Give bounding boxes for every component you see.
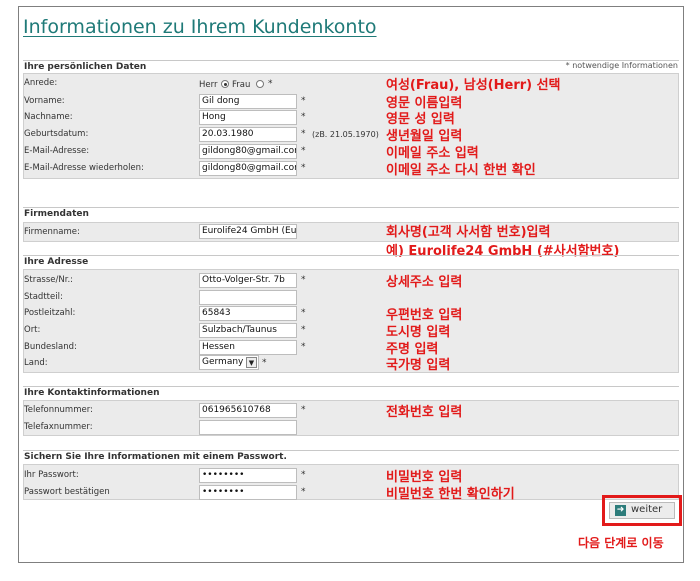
frau-label: Frau <box>232 80 251 90</box>
section-title-password: Sichern Sie Ihre Informationen mit einem… <box>24 452 287 462</box>
annotation-firmenname-example: 예) Eurolife24 GmbH (#사서함번호) <box>386 244 620 259</box>
geburtsdatum-hint: (zB. 21.05.1970) <box>312 130 379 139</box>
password-label: Ihr Passwort: <box>24 470 79 480</box>
password-input[interactable]: •••••••• <box>199 468 297 483</box>
section-divider <box>23 255 679 256</box>
weiter-button[interactable]: ➜ weiter <box>609 502 675 519</box>
chevron-down-icon[interactable]: ▼ <box>246 357 257 368</box>
strasse-label: Strasse/Nr.: <box>24 275 74 285</box>
geburtsdatum-input[interactable]: 20.03.1980 <box>199 127 297 142</box>
section-title-contact: Ihre Kontaktinformationen <box>24 388 160 398</box>
annotation-land: 국가명 입력 <box>386 358 451 373</box>
ort-label: Ort: <box>24 325 41 335</box>
required-star: * <box>301 112 306 122</box>
required-star: * <box>262 358 267 368</box>
password-confirm-label: Passwort bestätigen <box>24 487 110 497</box>
annotation-email-repeat: 이메일 주소 다시 한번 확인 <box>386 163 536 178</box>
password-block <box>23 464 679 500</box>
firmenname-label: Firmenname: <box>24 227 80 237</box>
email-label: E-Mail-Adresse: <box>24 146 90 156</box>
required-star: * <box>301 342 306 352</box>
telefon-label: Telefonnummer: <box>24 405 93 415</box>
annotation-anrede: 여성(Frau), 남성(Herr) 선택 <box>386 78 561 93</box>
annotation-telefon: 전화번호 입력 <box>386 405 463 420</box>
land-label: Land: <box>24 358 48 368</box>
required-star: * <box>301 96 306 106</box>
fax-input[interactable] <box>199 420 297 435</box>
weiter-button-label: weiter <box>631 504 663 515</box>
required-star: * <box>301 163 306 173</box>
email-repeat-label: E-Mail-Adresse wiederholen: <box>24 163 144 173</box>
nachname-label: Nachname: <box>24 112 73 122</box>
vorname-input[interactable]: Gil dong <box>199 94 297 109</box>
ort-input[interactable]: Sulzbach/Taunus <box>199 323 297 338</box>
required-star: * <box>301 325 306 335</box>
bundesland-input[interactable]: Hessen <box>199 340 297 355</box>
page-title: Informationen zu Ihrem Kundenkonto <box>23 16 377 38</box>
required-star: * <box>301 129 306 139</box>
required-note: * notwendige Informationen <box>565 61 678 70</box>
section-title-company: Firmendaten <box>24 209 89 219</box>
section-divider <box>23 60 679 61</box>
anrede-label: Anrede: <box>24 78 58 88</box>
land-selected-value: Germany <box>202 357 244 367</box>
herr-label: Herr <box>199 80 218 90</box>
section-title-personal: Ihre persönlichen Daten <box>24 62 147 72</box>
arrow-right-icon: ➜ <box>615 505 626 516</box>
company-block <box>23 222 679 242</box>
annotation-strasse: 상세주소 입력 <box>386 275 463 290</box>
address-block <box>23 269 679 373</box>
strasse-input[interactable]: Otto-Volger-Str. 7b <box>199 273 297 288</box>
annotation-next: 다음 단계로 이동 <box>578 536 664 550</box>
required-star: * <box>301 146 306 156</box>
email-repeat-input[interactable]: gildong80@gmail.com <box>199 161 297 176</box>
required-star: * <box>268 79 273 89</box>
required-star: * <box>301 487 306 497</box>
telefon-input[interactable]: 061965610768 <box>199 403 297 418</box>
geburtsdatum-label: Geburtsdatum: <box>24 129 89 139</box>
nachname-input[interactable]: Hong <box>199 110 297 125</box>
annotation-password-confirm: 비밀번호 한번 확인하기 <box>386 487 515 502</box>
required-star: * <box>301 470 306 480</box>
stadtteil-label: Stadtteil: <box>24 292 63 302</box>
password-confirm-input[interactable]: •••••••• <box>199 485 297 500</box>
herr-radio[interactable] <box>221 80 229 88</box>
required-star: * <box>301 405 306 415</box>
required-star: * <box>301 275 306 285</box>
contact-block <box>23 400 679 436</box>
section-divider <box>23 207 679 208</box>
section-title-address: Ihre Adresse <box>24 257 89 267</box>
annotation-firmenname: 회사명(고객 사서함 번호)입력 <box>386 225 551 240</box>
section-divider <box>23 450 679 451</box>
plz-label: Postleitzahl: <box>24 308 76 318</box>
frau-radio[interactable] <box>256 80 264 88</box>
land-select[interactable]: Germany ▼ <box>199 355 259 370</box>
stadtteil-input[interactable] <box>199 290 297 305</box>
required-star: * <box>301 308 306 318</box>
firmenname-input[interactable]: Eurolife24 GmbH (Eu1 <box>199 224 297 239</box>
section-divider <box>23 386 679 387</box>
bundesland-label: Bundesland: <box>24 342 77 352</box>
vorname-label: Vorname: <box>24 96 65 106</box>
email-input[interactable]: gildong80@gmail.com <box>199 144 297 159</box>
fax-label: Telefaxnummer: <box>24 422 93 432</box>
plz-input[interactable]: 65843 <box>199 306 297 321</box>
